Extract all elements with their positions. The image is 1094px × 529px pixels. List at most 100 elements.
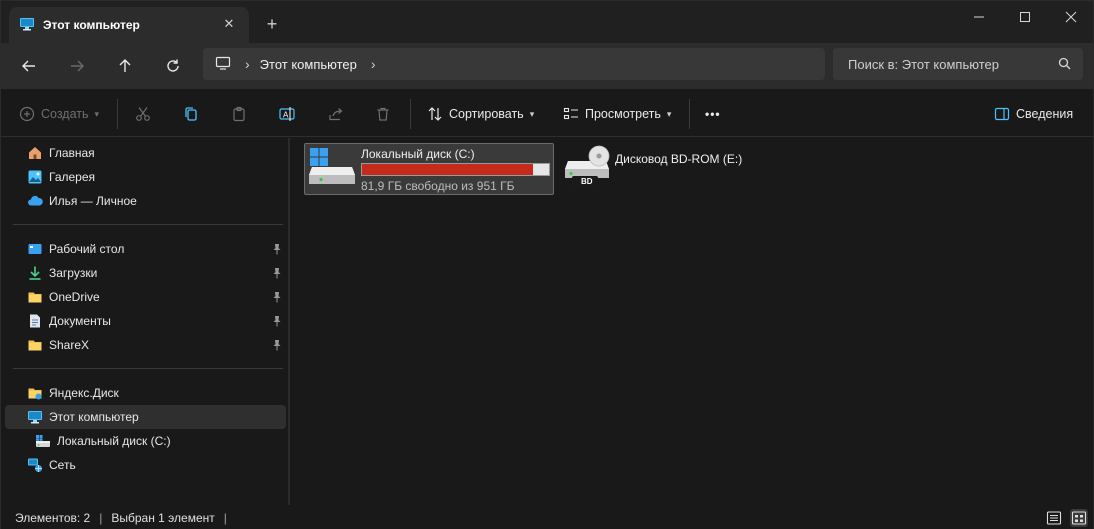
disc-label: BD [581,177,593,186]
yandex-disk-icon [28,388,42,400]
plus-circle-icon [19,106,35,122]
sidebar-item-label: ShareX [49,338,90,352]
sidebar-item-gallery[interactable]: Галерея [5,165,286,189]
arrow-left-icon [22,60,35,72]
drive-name: Дисковод BD-ROM (E:) [615,152,743,166]
details-view-icon [1046,511,1062,525]
monitor-icon [215,55,231,74]
refresh-icon [167,59,179,72]
copy-button[interactable] [183,101,199,127]
sidebar-item-label: Главная [49,146,95,160]
tab-title: Этот компьютер [43,18,140,32]
pin-icon[interactable] [272,267,282,282]
chevron-down-icon: ▾ [94,108,100,119]
tab-this-pc[interactable]: Этот компьютер ✕ [9,7,249,43]
view-layout-icon [563,107,578,120]
drive-tile-c[interactable]: Локальный диск (C:) 81,9 ГБ свободно из … [304,143,554,195]
share-icon [329,108,343,121]
details-pane-button[interactable]: Сведения [994,101,1073,127]
bd-rom-drive-icon [564,145,612,194]
minimize-button[interactable] [956,1,1002,33]
up-button[interactable] [111,53,139,79]
divider [13,368,283,369]
delete-button[interactable] [375,101,391,127]
chevron-down-icon: ▾ [666,108,672,119]
search-placeholder: Поиск в: Этот компьютер [848,56,999,72]
sidebar-item-network[interactable]: Сеть [5,453,286,477]
refresh-button[interactable] [159,53,187,79]
breadcrumb-this-pc[interactable]: Этот компьютер [260,57,357,72]
this-pc-icon [19,16,35,35]
scissors-icon [136,107,150,121]
tiles-view-button[interactable] [1070,509,1088,527]
search-input[interactable]: Поиск в: Этот компьютер [833,48,1083,80]
view-button[interactable]: Просмотреть ▾ [563,101,671,127]
cut-button[interactable] [135,101,151,127]
documents-icon [30,314,40,328]
file-explorer-window: Этот компьютер ✕ + › Этот компьютер › По… [0,0,1094,529]
new-tab-button[interactable]: + [263,15,281,33]
back-button[interactable] [15,53,43,79]
chevron-right-icon[interactable]: › [371,56,376,72]
divider [117,99,118,129]
onedrive-cloud-icon [28,195,43,206]
sidebar-item-documents[interactable]: Документы [5,309,286,333]
desktop-folder-icon [28,244,42,254]
sidebar-item-onedrive[interactable]: OneDrive [5,285,286,309]
pane-splitter[interactable] [288,138,290,505]
divider [13,224,283,225]
folder-icon [28,292,42,303]
status-separator: | [99,510,103,525]
status-separator: | [223,510,227,525]
sort-icon [428,107,442,121]
sidebar-item-onedrive-personal[interactable]: Илья — Личное [5,189,286,213]
close-window-button[interactable] [1048,1,1094,33]
sidebar-item-local-disk-c[interactable]: Локальный диск (C:) [5,429,286,453]
paste-button[interactable] [231,101,247,127]
pin-icon[interactable] [272,315,282,330]
sidebar-item-desktop[interactable]: Рабочий стол [5,237,286,261]
title-bar: Этот компьютер ✕ + [1,1,1093,43]
pin-icon[interactable] [272,291,282,306]
sort-button[interactable]: Сортировать ▾ [427,101,534,127]
copy-icon [185,107,197,121]
sidebar-item-label: OneDrive [49,290,100,304]
drive-tile-e[interactable]: BD Дисковод BD-ROM (E:) [561,143,761,195]
drive-icon [36,435,50,447]
create-button[interactable]: Создать ▾ [19,101,99,127]
sidebar-item-label: Локальный диск (C:) [57,434,171,448]
sidebar-item-label: Загрузки [49,266,98,280]
sidebar-item-label: Галерея [49,170,96,184]
sidebar-item-label: Рабочий стол [49,242,125,256]
sidebar-item-sharex[interactable]: ShareX [5,333,286,357]
divider [689,99,690,129]
sidebar-item-label: Этот компьютер [49,410,139,424]
close-tab-icon[interactable]: ✕ [221,16,237,32]
sidebar-item-downloads[interactable]: Загрузки [5,261,286,285]
this-pc-icon [28,411,42,424]
gallery-icon [28,170,42,184]
forward-button[interactable] [63,53,91,79]
drive-name: Локальный диск (C:) [361,147,475,161]
sidebar-item-label: Илья — Личное [49,194,137,208]
pin-icon[interactable] [272,339,282,354]
details-view-button[interactable] [1045,509,1063,527]
sidebar-item-home[interactable]: Главная [5,141,286,165]
sidebar-item-yandex-disk[interactable]: Яндекс.Диск [5,381,286,405]
sidebar-item-this-pc[interactable]: Этот компьютер [5,405,286,429]
address-bar[interactable]: › Этот компьютер › [203,48,825,80]
clipboard-icon [233,106,245,122]
pin-icon[interactable] [272,243,282,258]
share-button[interactable] [328,101,344,127]
items-count: Элементов: 2 [15,510,91,525]
more-options-button[interactable]: ••• [705,101,721,127]
windows-drive-icon [308,147,356,190]
maximize-button[interactable] [1002,1,1048,33]
home-icon [29,147,41,159]
details-pane-icon [994,107,1010,121]
details-label: Сведения [1016,107,1074,121]
divider [410,99,411,129]
svg-text:A: A [283,111,289,120]
sidebar-item-label: Яндекс.Диск [49,386,119,400]
rename-button[interactable]: A [279,101,296,127]
